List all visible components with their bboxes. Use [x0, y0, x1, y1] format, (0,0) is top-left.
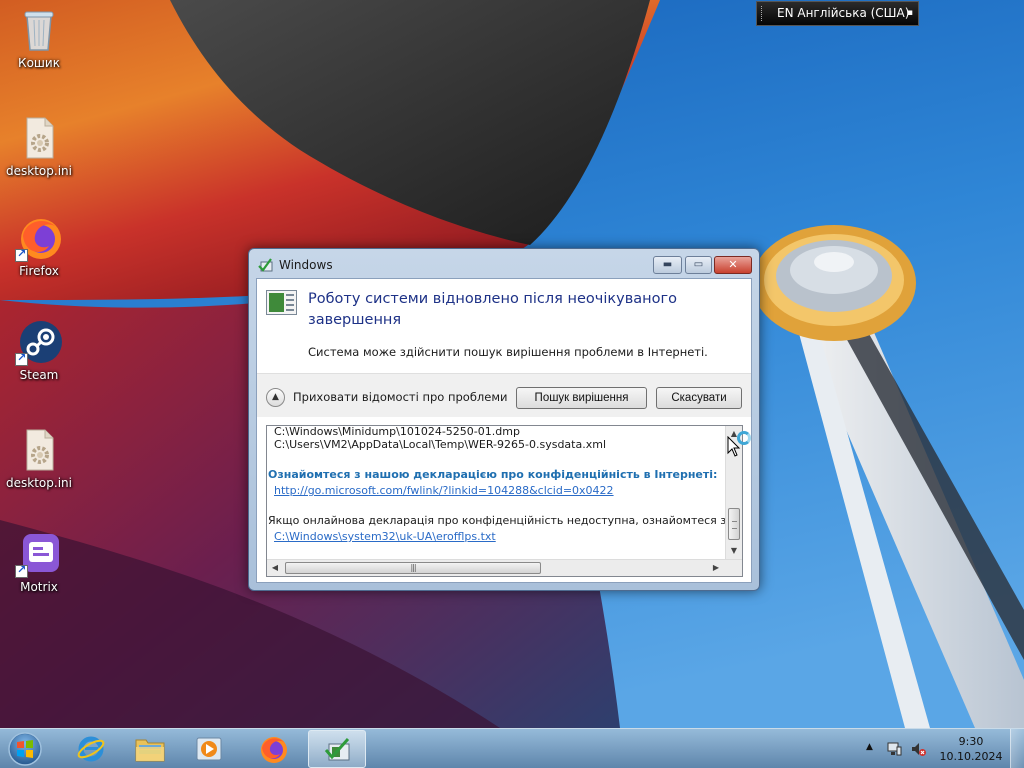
desktop-icon-desktop-ini-1[interactable]: desktop.ini [4, 114, 74, 178]
chevron-up-icon[interactable]: ▲ [266, 388, 285, 407]
windows-problem-icon [258, 257, 274, 273]
minimize-button[interactable]: ▬ [653, 256, 682, 274]
scroll-down-arrow-icon[interactable]: ▼ [726, 543, 742, 559]
desktop-icon-label: desktop.ini [6, 164, 72, 178]
shortcut-arrow-icon [15, 351, 28, 366]
language-bar-grip[interactable] [761, 6, 764, 21]
privacy-link[interactable]: http://go.microsoft.com/fwlink/?linkid=1… [274, 484, 614, 497]
details-line: C:\Users\VM2\AppData\Local\Temp\WER-9265… [274, 438, 606, 451]
firefox-icon [261, 737, 287, 763]
settings-file-icon [15, 114, 63, 162]
details-text: C:\Windows\Minidump\101024-5250-01.dmp C… [267, 426, 726, 559]
firefox-icon [15, 214, 63, 262]
volume-muted-icon[interactable] [910, 741, 926, 757]
desktop-icon-label: Motrix [20, 580, 58, 594]
settings-file-icon [15, 426, 63, 474]
motrix-icon [15, 530, 63, 578]
input-language[interactable]: EN Англійська (США) [777, 2, 909, 25]
desktop-icon-firefox[interactable]: Firefox [4, 214, 74, 278]
show-desktop-button[interactable] [1010, 729, 1024, 768]
desktop-icon-steam[interactable]: Steam [4, 318, 74, 382]
shortcut-arrow-icon [15, 247, 28, 262]
close-button[interactable]: ✕ [714, 256, 752, 274]
dialog-title: Windows [279, 258, 333, 272]
scroll-right-arrow-icon[interactable]: ▶ [708, 560, 724, 576]
clock-time: 9:30 [958, 735, 984, 748]
steam-icon [15, 318, 63, 366]
taskbar: ▲ 9:30 10.10.2024 [0, 728, 1024, 768]
recycle-bin-icon [15, 6, 63, 54]
mouse-cursor-icon [727, 435, 741, 458]
cancel-button[interactable]: Скасувати [656, 387, 742, 409]
desktop-icon-label: desktop.ini [6, 476, 72, 490]
taskbar-clock[interactable]: 9:30 10.10.2024 [938, 734, 1004, 764]
privacy-heading: Ознайомтеся з нашою декларацією про конф… [268, 468, 718, 481]
taskbar-explorer[interactable] [120, 730, 178, 768]
scroll-corner [725, 560, 742, 576]
desktop-icon-desktop-ini-2[interactable]: desktop.ini [4, 426, 74, 490]
main-instruction: Роботу системи відновлено після неочікув… [308, 291, 677, 328]
explorer-folder-icon [135, 739, 165, 762]
horizontal-scroll-thumb[interactable]: ||| [285, 562, 541, 574]
desktop-icon-label: Кошик [18, 56, 60, 70]
search-solution-button[interactable]: Пошук вирішення [516, 387, 647, 409]
maximize-button[interactable]: ▭ [685, 256, 712, 274]
language-bar-options-icon[interactable]: ▪ [907, 2, 913, 25]
action-area: ▲ Приховати відомості про проблеми Пошук… [257, 373, 751, 417]
clock-date: 10.10.2024 [939, 750, 1003, 763]
system-tray: ▲ 9:30 10.10.2024 [860, 729, 1024, 768]
language-bar[interactable]: EN Англійська (США) ▪ [756, 1, 919, 26]
taskbar-problem-reports[interactable] [308, 730, 366, 768]
horizontal-scrollbar[interactable]: ◀ ||| ▶ [267, 559, 742, 576]
start-button[interactable] [5, 730, 45, 768]
media-player-icon [196, 737, 222, 761]
scroll-left-arrow-icon[interactable]: ◀ [267, 560, 283, 576]
problem-details-box[interactable]: C:\Windows\Minidump\101024-5250-01.dmp C… [266, 425, 743, 577]
details-line: C:\Windows\Minidump\101024-5250-01.dmp [274, 426, 520, 438]
taskbar-internet-explorer[interactable] [62, 730, 120, 768]
error-recovery-dialog: Windows ▬ ▭ ✕ Роботу системи відновлено … [248, 248, 760, 591]
toggle-details-label[interactable]: Приховати відомості про проблеми [293, 390, 508, 404]
taskbar-media-player[interactable] [180, 730, 238, 768]
details-line: Якщо онлайнова декларація про конфіденці… [268, 514, 726, 527]
dialog-titlebar[interactable]: Windows ▬ ▭ ✕ [249, 249, 759, 279]
desktop-icon-motrix[interactable]: Motrix [4, 530, 74, 594]
offline-privacy-link[interactable]: C:\Windows\system32\uk-UA\erofflps.txt [274, 530, 496, 543]
desktop-icon-label: Steam [19, 368, 59, 382]
system-report-icon [266, 290, 297, 315]
taskbar-firefox[interactable] [244, 730, 302, 768]
dialog-subtext: Система може здійснити пошук вирішення п… [308, 345, 708, 359]
shortcut-arrow-icon [15, 563, 28, 578]
desktop-icon-label: Firefox [19, 264, 59, 278]
show-hidden-icons-icon[interactable]: ▲ [866, 742, 873, 752]
desktop-icon-recycle-bin[interactable]: Кошик [4, 6, 74, 70]
vertical-scroll-thumb[interactable] [728, 508, 740, 540]
problem-reports-icon [324, 738, 350, 761]
dialog-content: Роботу системи відновлено після неочікув… [256, 278, 752, 583]
action-center-icon[interactable] [886, 741, 902, 757]
internet-explorer-icon [77, 736, 105, 762]
